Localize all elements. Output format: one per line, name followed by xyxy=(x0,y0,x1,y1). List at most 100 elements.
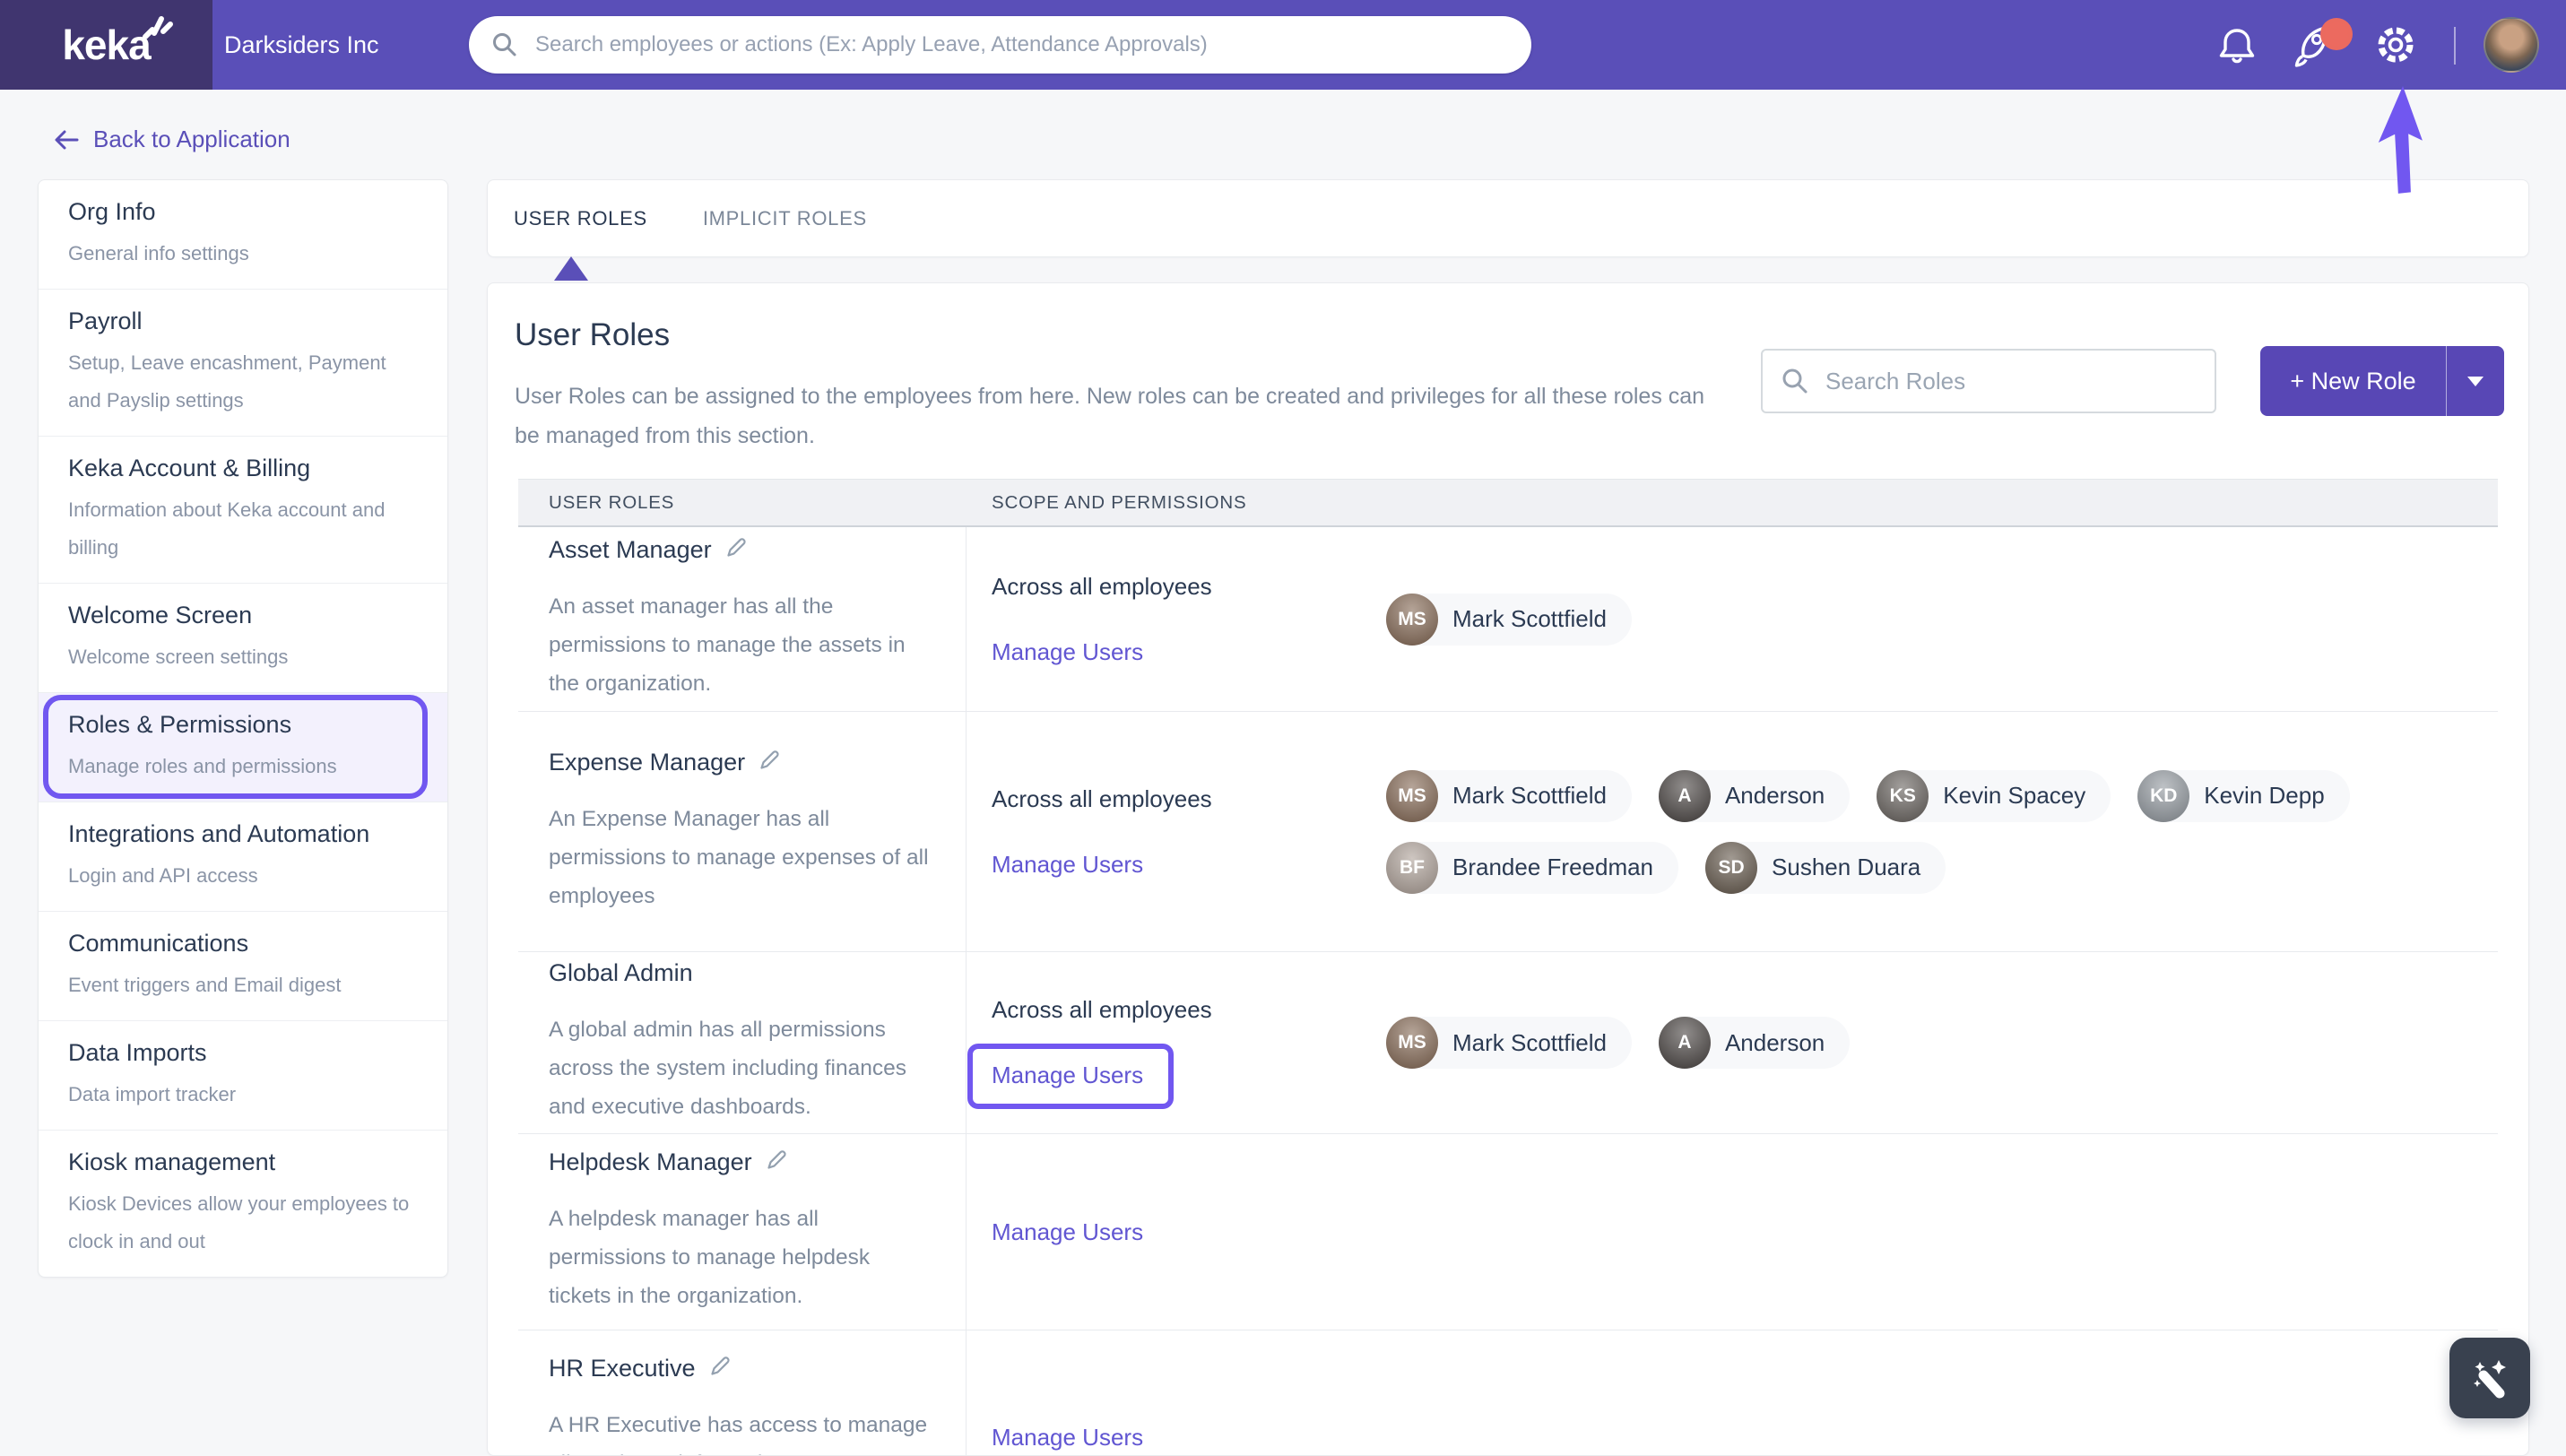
user-chip[interactable]: BF Brandee Freedman xyxy=(1386,841,1679,894)
edit-pencil-icon[interactable] xyxy=(765,1148,789,1172)
back-link-label: Back to Application xyxy=(93,126,290,152)
sidebar-item-title: Data Imports xyxy=(68,1039,207,1066)
user-chip[interactable]: A Anderson xyxy=(1658,1017,1851,1069)
user-chip-name: Anderson xyxy=(1724,1028,1825,1056)
scope-cell: Manage Users xyxy=(967,1134,2498,1330)
edit-pencil-icon[interactable] xyxy=(724,535,749,559)
manage-users-link[interactable]: Manage Users xyxy=(992,1424,1143,1452)
role-cell: Global Admin A global admin has all perm… xyxy=(518,952,967,1133)
sidebar-item-subtitle: General info settings xyxy=(68,242,249,264)
edit-pencil-icon[interactable] xyxy=(708,1354,733,1378)
sidebar-item-communications[interactable]: Communications Event triggers and Email … xyxy=(39,911,447,1020)
sidebar-item-title: Communications xyxy=(68,930,249,957)
user-chip-avatar: SD xyxy=(1705,841,1758,894)
user-roles-table: USER ROLES SCOPE AND PERMISSIONS Asset M… xyxy=(518,479,2498,1456)
sidebar-item-welcome-screen[interactable]: Welcome Screen Welcome screen settings xyxy=(39,583,447,692)
user-chip[interactable]: MS Mark Scottfield xyxy=(1386,593,1632,646)
sidebar-items: Org Info General info settings Payroll S… xyxy=(39,180,447,1277)
new-role-dropdown-button[interactable] xyxy=(2446,346,2504,416)
user-chip-name: Kevin Depp xyxy=(2204,782,2325,809)
sidebar-item-org-info[interactable]: Org Info General info settings xyxy=(39,180,447,289)
sidebar-item-payroll[interactable]: Payroll Setup, Leave encashment, Payment… xyxy=(39,289,447,436)
search-roles-input[interactable] xyxy=(1824,366,2198,396)
sidebar-item-integrations-and-automation[interactable]: Integrations and Automation Login and AP… xyxy=(39,802,447,911)
roles-tab-bar: USER ROLES IMPLICIT ROLES xyxy=(487,179,2529,281)
sidebar-item-roles-permissions[interactable]: Roles & Permissions Manage roles and per… xyxy=(39,692,447,802)
back-to-application-link[interactable]: Back to Application xyxy=(52,126,290,153)
manage-users-link[interactable]: Manage Users xyxy=(992,1218,1143,1246)
role-description: An Expense Manager has all permissions t… xyxy=(549,806,929,908)
sidebar-item-subtitle: Information about Keka account and billi… xyxy=(68,498,386,559)
user-chip[interactable]: SD Sushen Duara xyxy=(1705,841,1946,894)
sidebar-item-subtitle: Welcome screen settings xyxy=(68,646,289,668)
chevron-down-icon xyxy=(2467,376,2484,386)
sidebar-item-title: Org Info xyxy=(68,198,156,225)
sidebar-item-kiosk-management[interactable]: Kiosk management Kiosk Devices allow you… xyxy=(39,1130,447,1277)
user-avatar[interactable] xyxy=(2484,17,2539,73)
user-roles-panel: User Roles User Roles can be assigned to… xyxy=(487,282,2529,1456)
scope-cell: Across all employees Manage Users MS Mar… xyxy=(967,952,2498,1133)
role-name: Asset Manager xyxy=(549,535,712,563)
user-chip-avatar: KS xyxy=(1877,769,1929,822)
user-chip-avatar: A xyxy=(1658,769,1711,822)
back-arrow-icon xyxy=(55,130,79,149)
role-description: A HR Executive has access to manage all … xyxy=(549,1412,928,1456)
role-scope: Across all employees xyxy=(992,996,1212,1023)
app-root: keka Darksiders Inc Search employees or … xyxy=(0,0,2566,1456)
user-chip[interactable]: MS Mark Scottfield xyxy=(1386,1017,1632,1069)
scope-cell: Across all employees Manage Users MS Mar… xyxy=(967,527,2498,711)
scope-cell: Across all employees Manage Users MS Mar… xyxy=(967,712,2498,951)
company-name: Darksiders Inc xyxy=(224,31,379,58)
column-header-user-roles: USER ROLES xyxy=(549,491,675,513)
keka-logo[interactable]: keka xyxy=(0,0,212,90)
sidebar-item-title: Roles & Permissions xyxy=(68,711,292,738)
user-chip[interactable]: A Anderson xyxy=(1658,769,1851,822)
user-chip-avatar: A xyxy=(1658,1017,1711,1069)
role-description: A global admin has all permissions acros… xyxy=(549,1018,906,1119)
manage-users-link[interactable]: Manage Users xyxy=(992,638,1143,666)
role-description: A helpdesk manager has all permissions t… xyxy=(549,1207,871,1308)
role-scope: Across all employees xyxy=(992,572,1212,600)
user-chip[interactable]: KD Kevin Depp xyxy=(2137,769,2350,822)
role-cell: HR Executive A HR Executive has access t… xyxy=(518,1330,967,1456)
sidebar-item-data-imports[interactable]: Data Imports Data import tracker xyxy=(39,1020,447,1130)
global-search-input[interactable] xyxy=(533,31,1522,58)
role-name: HR Executive xyxy=(549,1354,696,1382)
manage-users-link[interactable]: Manage Users xyxy=(992,851,1143,879)
notifications-button[interactable] xyxy=(2213,0,2261,90)
active-tab-caret xyxy=(554,256,588,281)
user-chip-name: Sushen Duara xyxy=(1772,854,1921,880)
user-chip[interactable]: MS Mark Scottfield xyxy=(1386,769,1632,822)
page-title: User Roles xyxy=(515,317,671,352)
new-role-button[interactable]: + New Role xyxy=(2260,346,2446,416)
sidebar-item-title: Welcome Screen xyxy=(68,602,253,628)
topbar-divider xyxy=(2454,27,2456,65)
table-row: Expense Manager An Expense Manager has a… xyxy=(518,712,2498,952)
whats-new-button[interactable] xyxy=(2284,0,2353,90)
user-chip-avatar: KD xyxy=(2137,769,2190,822)
scope-cell: Manage Users xyxy=(967,1330,2498,1455)
table-header-row: USER ROLES SCOPE AND PERMISSIONS xyxy=(518,479,2498,527)
new-role-split-button: + New Role xyxy=(2260,346,2504,416)
tab-user-roles[interactable]: USER ROLES xyxy=(514,207,647,230)
logo-spark-icon xyxy=(142,16,173,39)
assigned-users: MS Mark Scottfield A Anderson KS Kevin S… xyxy=(1386,769,2498,894)
user-chip-avatar: MS xyxy=(1386,593,1438,646)
search-roles-box[interactable] xyxy=(1761,349,2216,413)
user-chip-name: Mark Scottfield xyxy=(1452,782,1607,809)
sidebar-item-keka-account-billing[interactable]: Keka Account & Billing Information about… xyxy=(39,436,447,583)
settings-button[interactable] xyxy=(2369,0,2423,90)
edit-pencil-icon[interactable] xyxy=(758,748,782,772)
role-name: Helpdesk Manager xyxy=(549,1148,752,1175)
manage-users-link[interactable]: Manage Users xyxy=(967,1044,1175,1109)
assistant-wand-button[interactable] xyxy=(2449,1338,2530,1418)
sidebar-item-subtitle: Kiosk Devices allow your employees to cl… xyxy=(68,1192,410,1252)
tab-implicit-roles[interactable]: IMPLICIT ROLES xyxy=(703,207,867,230)
user-chip[interactable]: KS Kevin Spacey xyxy=(1877,769,2111,822)
sidebar-item-title: Payroll xyxy=(68,308,143,334)
table-row: Helpdesk Manager A helpdesk manager has … xyxy=(518,1134,2498,1330)
sidebar-item-subtitle: Setup, Leave encashment, Payment and Pay… xyxy=(68,351,386,412)
bell-icon xyxy=(2219,29,2255,64)
global-search[interactable] xyxy=(469,16,1531,74)
user-chip-name: Mark Scottfield xyxy=(1452,605,1607,632)
